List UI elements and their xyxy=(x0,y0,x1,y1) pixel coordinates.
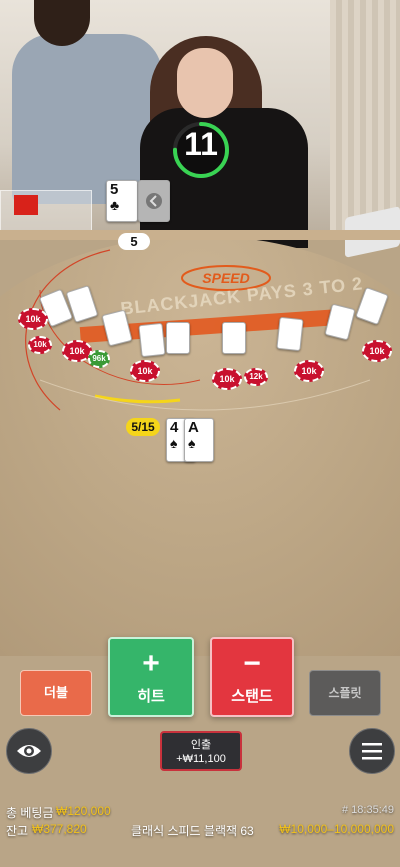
bet-chip: 10k xyxy=(212,368,242,390)
table-name: 클래식 스피드 블랙잭 63 xyxy=(131,824,254,838)
stand-button[interactable]: − 스탠드 xyxy=(210,637,294,717)
double-button[interactable]: 더블 xyxy=(20,670,92,716)
bet-chip: 10k xyxy=(130,360,160,382)
dealer-face xyxy=(177,48,233,118)
hit-button[interactable]: + 히트 xyxy=(108,637,194,717)
player-card: A ♠ xyxy=(184,418,214,462)
card-suit: ♣ xyxy=(110,197,120,213)
menu-icon xyxy=(362,743,382,760)
side-bet-chip: 12k xyxy=(244,368,268,386)
balance-label: 잔고 xyxy=(6,824,29,838)
cashout-label: 인출 xyxy=(190,739,212,751)
bet-chip: 10k xyxy=(362,340,392,362)
side-bet-chip: 96k xyxy=(88,350,110,368)
bet-chip: 10k xyxy=(18,308,48,330)
total-bet-value: ₩120,000 xyxy=(56,804,111,818)
card-rank: 4 xyxy=(170,419,179,436)
card-rank: A xyxy=(188,419,199,436)
total-bet-label: 총 베팅금 xyxy=(6,806,54,820)
minus-icon: − xyxy=(243,647,261,680)
card-suit: ♠ xyxy=(188,435,196,451)
cashout-button[interactable]: 인출 +₩11,100 xyxy=(160,731,242,771)
timer-seconds: 11 xyxy=(184,126,218,162)
menu-button[interactable] xyxy=(349,728,395,774)
table-card xyxy=(276,316,304,352)
table-card xyxy=(222,322,246,354)
card-back-icon xyxy=(146,193,162,209)
status-footer: 총 베팅금 ₩120,000 잔고 ₩377,820 # 18:35:49 클래… xyxy=(0,796,400,867)
studio-curtain xyxy=(330,0,400,240)
dealer-hidden-card xyxy=(138,180,170,222)
eye-icon xyxy=(17,745,41,757)
card-rank: 5 xyxy=(110,181,119,198)
card-suit: ♠ xyxy=(170,435,178,451)
view-toggle-button[interactable] xyxy=(6,728,52,774)
cashout-amount: +₩11,100 xyxy=(176,753,226,765)
bet-chip: 10k xyxy=(28,336,52,354)
bet-limits: ₩10,000–10,000,000 xyxy=(279,822,394,836)
dealer-count: 5 xyxy=(118,233,150,250)
table-card xyxy=(166,322,190,354)
player-count: 5/15 xyxy=(126,418,160,436)
bet-chip: 10k xyxy=(294,360,324,382)
table-card xyxy=(138,322,166,358)
split-button[interactable]: 스플릿 xyxy=(309,670,381,716)
red-marker xyxy=(14,195,38,215)
balance-value: ₩377,820 xyxy=(32,822,87,836)
dealer-card: 5 ♣ xyxy=(106,180,138,222)
stand-label: 스탠드 xyxy=(231,688,273,705)
game-id: # 18:35:49 xyxy=(342,804,394,816)
plus-icon: + xyxy=(142,647,160,680)
hit-label: 히트 xyxy=(137,688,165,705)
